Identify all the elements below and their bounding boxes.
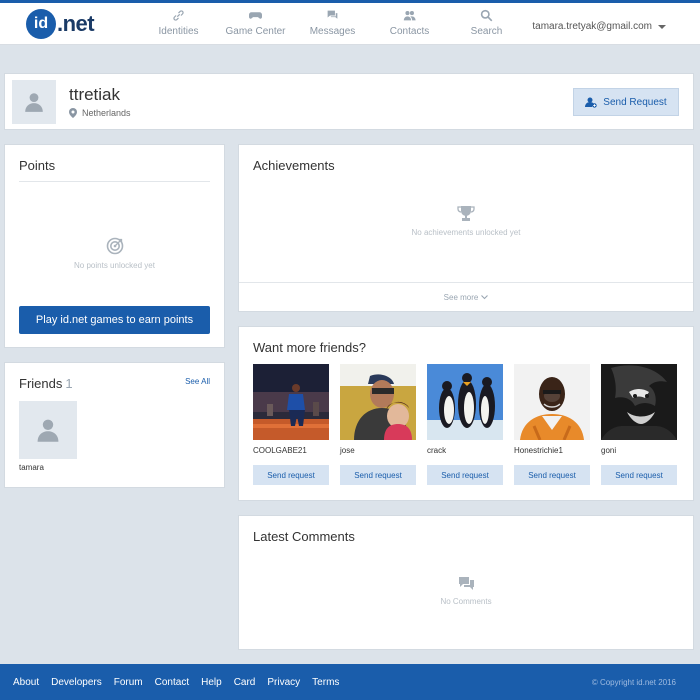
see-more-button[interactable]: See more (239, 282, 693, 311)
nav-game-center[interactable]: Game Center (217, 9, 294, 37)
friend-photo[interactable] (601, 364, 677, 440)
search-icon (448, 9, 525, 23)
friend-name[interactable]: goni (601, 446, 677, 458)
achievements-empty-text: No achievements unlocked yet (411, 228, 521, 237)
user-silhouette-icon (37, 419, 59, 442)
send-request-button[interactable]: Send Request (573, 88, 679, 116)
friend-photo[interactable] (253, 364, 329, 440)
target-icon (106, 237, 123, 255)
friend-name[interactable]: Honestrichie1 (514, 446, 590, 458)
suggested-friend: crack Send request (427, 364, 503, 485)
send-request-label: Send Request (603, 96, 667, 108)
chat-icon (294, 9, 371, 23)
suggested-friends-list: COOLGABE21 Send request jose Send reques… (253, 364, 677, 485)
suggested-friends-card: Want more friends? COOLGABE21 Send reque… (238, 326, 694, 501)
user-email: tamara.tretyak@gmail.com (532, 21, 652, 32)
map-pin-icon (69, 108, 77, 118)
divider (19, 181, 210, 182)
send-request-button[interactable]: Send request (514, 465, 590, 485)
friends-title: Friends (19, 376, 63, 391)
nav-label: Search (470, 26, 503, 37)
users-icon (371, 9, 448, 23)
footer-link-help[interactable]: Help (201, 677, 222, 688)
chevron-down-icon (481, 294, 489, 299)
nav-search[interactable]: Search (448, 9, 525, 37)
logo-text: .net (57, 11, 95, 36)
friend-name[interactable]: crack (427, 446, 503, 458)
send-request-button[interactable]: Send request (253, 465, 329, 485)
top-navigation-bar: id .net Identities Game Center Messages … (0, 0, 700, 45)
profile-location: Netherlands (69, 108, 131, 118)
nav-label: Messages (309, 26, 356, 37)
suggested-friend: COOLGABE21 Send request (253, 364, 329, 485)
friend-name[interactable]: jose (340, 446, 416, 458)
points-card: Points No points unlocked yet Play id.ne… (4, 144, 225, 348)
achievements-empty-state: No achievements unlocked yet (239, 205, 693, 237)
latest-comments-card: Latest Comments No Comments (238, 515, 694, 650)
send-request-button[interactable]: Send request (340, 465, 416, 485)
see-more-label: See more (443, 292, 479, 302)
friends-count: 1 (65, 376, 73, 391)
footer-link-terms[interactable]: Terms (312, 677, 339, 688)
gamepad-icon (217, 9, 294, 23)
link-icon (140, 9, 217, 23)
friends-card: Friends 1 See All tamara (4, 362, 225, 488)
footer-links: About Developers Forum Contact Help Card… (13, 677, 339, 688)
friend-name[interactable]: tamara (19, 463, 44, 472)
idnet-logo[interactable]: id .net (26, 9, 95, 39)
friend-photo[interactable] (427, 364, 503, 440)
footer-link-privacy[interactable]: Privacy (267, 677, 300, 688)
friend-name[interactable]: COOLGABE21 (253, 446, 329, 458)
footer-link-forum[interactable]: Forum (114, 677, 143, 688)
send-request-button[interactable]: Send request (601, 465, 677, 485)
friend-photo[interactable] (340, 364, 416, 440)
friend-photo[interactable] (514, 364, 590, 440)
comments-empty-text: No Comments (440, 597, 492, 606)
suggested-friends-title: Want more friends? (253, 340, 366, 355)
footer: About Developers Forum Contact Help Card… (0, 664, 700, 700)
copyright: © Copyright id.net 2016 (591, 678, 676, 687)
logo-mark: id (26, 9, 56, 39)
comments-title: Latest Comments (253, 529, 355, 544)
profile-header: ttretiak Netherlands Send Request (4, 73, 694, 130)
suggested-friend: Honestrichie1 Send request (514, 364, 590, 485)
send-request-button[interactable]: Send request (427, 465, 503, 485)
footer-link-about[interactable]: About (13, 677, 39, 688)
nav-contacts[interactable]: Contacts (371, 9, 448, 37)
comments-empty-state: No Comments (239, 576, 693, 606)
points-title: Points (19, 158, 56, 173)
chat-icon (458, 577, 474, 590)
nav-label: Identities (158, 26, 199, 37)
nav-label: Contacts (389, 26, 430, 37)
nav-messages[interactable]: Messages (294, 9, 371, 37)
footer-link-developers[interactable]: Developers (51, 677, 102, 688)
user-menu[interactable]: tamara.tretyak@gmail.com (532, 21, 666, 32)
suggested-friend: jose Send request (340, 364, 416, 485)
trophy-icon (457, 206, 475, 221)
suggested-friend: goni Send request (601, 364, 677, 485)
chevron-down-icon (658, 24, 666, 29)
location-text: Netherlands (82, 108, 131, 118)
nav-label: Game Center (225, 26, 286, 37)
achievements-title: Achievements (253, 158, 335, 173)
user-silhouette-icon (25, 93, 43, 112)
friend-avatar[interactable] (19, 401, 77, 459)
points-empty-state: No points unlocked yet (5, 237, 224, 270)
footer-link-card[interactable]: Card (234, 677, 256, 688)
friends-title-wrap: Friends 1 (19, 376, 73, 391)
add-user-icon (585, 97, 597, 108)
profile-name: ttretiak (69, 85, 121, 104)
avatar[interactable] (12, 80, 56, 124)
main-nav: Identities Game Center Messages Contacts… (140, 9, 525, 37)
nav-identities[interactable]: Identities (140, 9, 217, 37)
points-empty-text: No points unlocked yet (74, 261, 155, 270)
play-games-button[interactable]: Play id.net games to earn points (19, 306, 210, 334)
achievements-card: Achievements No achievements unlocked ye… (238, 144, 694, 312)
footer-link-contact[interactable]: Contact (155, 677, 189, 688)
see-all-link[interactable]: See All (185, 377, 210, 386)
